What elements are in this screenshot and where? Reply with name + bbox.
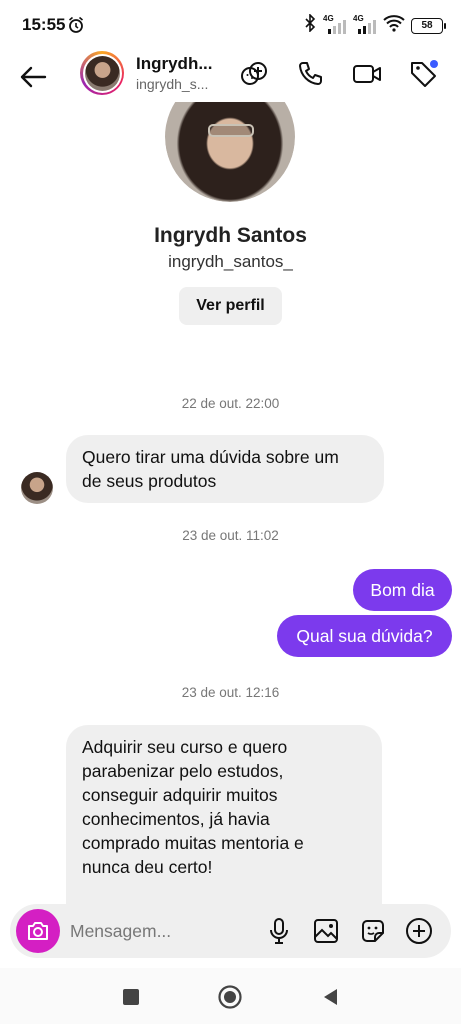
profile-photo [165, 102, 295, 202]
outgoing-message[interactable]: Qual sua dúvida? [277, 615, 452, 657]
sticker-icon[interactable] [357, 915, 389, 947]
profile-username: ingrydh_santos_ [168, 252, 293, 271]
battery-indicator: 58 [411, 17, 446, 34]
recent-apps-icon[interactable] [118, 984, 144, 1010]
outgoing-message[interactable]: Bom dia [353, 569, 452, 611]
header-username[interactable]: ingrydh_s... [136, 76, 208, 92]
signal-icon: 4G [323, 14, 347, 35]
android-nav-bar [0, 968, 461, 1024]
view-profile-button[interactable]: Ver perfil [179, 287, 282, 325]
status-bar: 15:55 4G 4G 58 [0, 0, 461, 50]
wifi-icon [383, 14, 405, 37]
microphone-icon[interactable] [263, 915, 295, 947]
gallery-icon[interactable] [310, 915, 342, 947]
sender-avatar[interactable] [21, 472, 53, 504]
video-icon[interactable] [351, 58, 383, 90]
timestamp: 23 de out. 12:16 [181, 685, 280, 700]
message-composer [10, 904, 451, 958]
chat-header: Ingrydh... ingrydh_s... [0, 50, 461, 106]
timestamp: 23 de out. 11:02 [182, 528, 279, 543]
signal-icon-2: 4G [353, 14, 377, 35]
home-icon[interactable] [217, 984, 243, 1010]
header-avatar[interactable] [80, 51, 124, 95]
status-time: 15:55 [22, 15, 66, 34]
incoming-message[interactable]: Adquirir seu curso e quero parabenizar p… [66, 725, 382, 925]
timestamp: 22 de out. 22:00 [181, 396, 280, 411]
profile-name: Ingrydh Santos [154, 224, 307, 247]
effects-icon[interactable] [238, 58, 270, 90]
alarm-icon [67, 16, 85, 39]
incoming-message[interactable]: Quero tirar uma dúvida sobre um de seus … [66, 435, 384, 503]
camera-icon[interactable] [16, 909, 60, 953]
bluetooth-icon [303, 13, 317, 37]
add-icon[interactable] [403, 915, 435, 947]
header-name[interactable]: Ingrydh... [136, 54, 213, 74]
back-arrow-icon[interactable] [16, 60, 50, 94]
back-nav-icon[interactable] [317, 984, 343, 1010]
phone-icon[interactable] [294, 58, 326, 90]
message-input[interactable] [70, 916, 250, 946]
tag-icon[interactable] [408, 58, 440, 90]
